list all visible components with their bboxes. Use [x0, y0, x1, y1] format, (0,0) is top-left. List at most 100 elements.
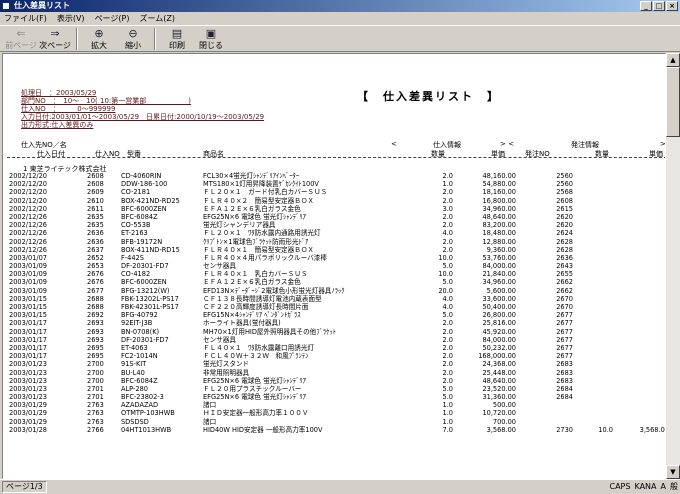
vertical-scrollbar[interactable]: ▲ ▼ — [666, 53, 680, 479]
row-model-code: 04HT1013HWB — [121, 425, 172, 434]
row-model-code: 91S-KIT — [121, 360, 147, 369]
table-row: 2003/01/17 2693 DF-20301-FD7 センサ器具 2.0 84,000… — [3, 335, 665, 344]
ime-mode-icon[interactable]: A — [661, 482, 666, 491]
print-button[interactable]: ▤ 印刷 — [160, 26, 194, 52]
row-unit-price: 25,448.00 — [482, 368, 516, 377]
report-preview-window: 仕入差異リスト _ □ × ファイル(F) 表示(V) ページ(P) ズーム(Z… — [0, 0, 680, 494]
row-unit-price: 34,960.00 — [482, 204, 516, 213]
row-order-no: 2620 — [556, 212, 573, 221]
print-icon: ▤ — [171, 27, 183, 40]
table-row: 2003/01/15 2688 FBK-13202L-PS17 ＣＦ１３８長時間誘導灯… — [3, 294, 665, 303]
row-order-no: 2636 — [556, 253, 573, 262]
row-date: 2002/12/26 — [9, 245, 48, 254]
row-product-name: ＦＬＲ４０×１ 簡易型安定器ＢＯＸ — [203, 245, 315, 254]
title-bar[interactable]: 仕入差異リスト _ □ × — [0, 0, 680, 12]
row-date: 2003/01/29 — [9, 409, 48, 418]
row-order-no: 2662 — [556, 286, 573, 295]
row-model-code: DDW-186-100 — [121, 180, 168, 189]
row-date: 2003/01/17 — [9, 335, 48, 344]
menu-bar: ファイル(F) 表示(V) ページ(P) ズーム(Z) — [0, 12, 680, 25]
close-window-button[interactable]: × — [666, 1, 678, 11]
toolbar-separator — [154, 28, 156, 50]
menu-page[interactable]: ページ(P) — [95, 13, 130, 24]
table-row: 2002/12/20 2611 BFC-6000ZEN ＥＦＡ１２Ｅ×６乳白ガラス金色… — [3, 204, 665, 213]
table-row: 2003/01/17 2695 ET-4063 ＦＬ４０×１ ﾜﾀ防水露離口用誘光灯 2… — [3, 343, 665, 352]
table-row: 2002/12/20 2608 CD-4060RIN FCL30×4蛍光灯ｼｬﾝﾃﾞﾘ… — [3, 172, 665, 180]
row-purchase-no: 2693 — [87, 327, 104, 336]
row-product-name: ＦＬ２０用プラスチックルーバー — [203, 384, 302, 393]
row-unit-price: 500.00 — [492, 401, 516, 410]
row-qty: 4.0 — [442, 303, 454, 311]
col-lt: < — [391, 140, 397, 148]
row-model-code: BOX-411ND-RD15 — [121, 245, 180, 254]
row-model-code: BU-L40 — [121, 368, 145, 377]
row-model-code: F-442S — [121, 253, 144, 262]
row-order-no: 2677 — [556, 335, 573, 344]
row-purchase-no: 2695 — [87, 343, 104, 352]
row-model-code: DF-20301-FD7 — [121, 262, 169, 271]
row-qty: 2.0 — [442, 335, 454, 344]
table-row: 2002/12/26 2636 BFB-19172N ｸﾘﾌﾟﾄﾝ×1電球色ﾌﾞﾗｹｯ… — [3, 237, 665, 246]
table-row: 2003/01/29 2763 AZADAZAD 諸口 1.0 500.00 — [3, 401, 665, 410]
menu-file[interactable]: ファイル(F) — [4, 13, 47, 24]
row-unit-price: 31,360.00 — [482, 393, 516, 402]
zoom-in-button[interactable]: ⊕ 拡大 — [82, 26, 116, 52]
prev-page-button[interactable]: ⇐ 前ページ — [4, 26, 38, 52]
row-date: 2002/12/20 — [9, 172, 48, 180]
row-unit-price: 48,640.00 — [482, 376, 516, 385]
row-order-no: 2677 — [556, 311, 573, 320]
row-purchase-no: 2676 — [87, 278, 104, 287]
menu-view[interactable]: 表示(V) — [57, 13, 85, 24]
row-product-name: 諸口 — [203, 417, 217, 426]
row-unit-price: 48,640.00 — [482, 212, 516, 221]
table-row: 2003/01/17 2695 FC2-1014N ＦＣＬ４０Ｗ＋３２Ｗ 和風ﾌﾟﾗﾝ… — [3, 352, 665, 361]
row-product-name: 非常用照明器具 — [203, 368, 250, 377]
table-row: 2002/12/26 2637 BOX-411ND-RD15 ＦＬＲ４０×１ 簡易型安… — [3, 245, 665, 254]
row-unit-price: 12,880.00 — [482, 237, 516, 246]
col-gt-lt: > < — [500, 140, 514, 148]
row-unit-price: 168,000.00 — [478, 352, 516, 361]
row-order-no: 2628 — [556, 245, 573, 254]
row-purchase-no: 2637 — [87, 245, 104, 254]
scroll-thumb[interactable] — [666, 67, 680, 137]
row-model-code: CO-2181 — [121, 188, 151, 197]
ime-tray: CAPS KANA A 般 — [610, 481, 679, 492]
minimize-button[interactable]: _ — [640, 1, 652, 11]
menu-zoom[interactable]: ズーム(Z) — [139, 13, 174, 24]
scroll-up-button[interactable]: ▲ — [666, 53, 680, 67]
table-row: 2002/12/26 2636 ET-2163 ＦＬ２０×１ ﾜﾀ防水露内通路用誘光灯… — [3, 229, 665, 237]
scroll-down-button[interactable]: ▼ — [666, 465, 680, 479]
ime-input-icon[interactable]: 般 — [670, 481, 678, 492]
table-row: 2002/12/20 2610 BOX-421ND-RD25 ＦＬＲ４０×２ 簡易型安… — [3, 196, 665, 205]
close-button[interactable]: ▣ 閉じる — [194, 26, 228, 52]
row-order-no: 2683 — [556, 360, 573, 369]
row-date: 2003/01/28 — [9, 425, 48, 434]
row-date: 2003/01/23 — [9, 393, 48, 402]
table-row: 2003/01/07 2652 F-442S ＦＬＲ４０×４用パラボリックルーバ漆棒 1… — [3, 253, 665, 262]
row-product-name: ＦＣＬ４０Ｗ＋３２Ｗ 和風ﾌﾟﾗﾝﾃﾝ — [203, 352, 309, 361]
row-date: 2003/01/17 — [9, 343, 48, 352]
row-model-code: BFG-13212(W) — [121, 286, 170, 295]
report-rows: 2002/12/20 2608 CD-4060RIN FCL30×4蛍光灯ｼｬﾝﾃﾞﾘ… — [3, 172, 665, 434]
row-order-no: 2608 — [556, 196, 573, 205]
row-qty: 1.0 — [442, 417, 454, 426]
row-qty: 2.0 — [442, 237, 454, 246]
header-output-format: 出力形式:仕入差異のみ — [21, 121, 94, 129]
row-product-name: ＣＦ１３８長時間誘導灯電池内蔵表面型 — [203, 294, 322, 303]
row-product-name: ＥＦＡ１２Ｅ×６乳白ガラス金色 — [203, 204, 301, 213]
report-page[interactable]: 処理日 ：2003/05/29 部門NO ： 10～ 10( 10:第一営業部 … — [2, 53, 666, 479]
table-row: 2003/01/23 2700 BU-L40 非常用照明器具 2.0 25,448.00 2… — [3, 368, 665, 377]
table-row: 2002/12/20 2608 DDW-186-100 MTS180×1灯用昇降装置ｹ… — [3, 180, 665, 189]
status-bar: ページ1/3 CAPS KANA A 般 — [0, 479, 680, 494]
next-page-button[interactable]: ⇒ 次ページ — [38, 26, 72, 52]
row-date: 2003/01/15 — [9, 311, 48, 320]
row-order-no: 2620 — [556, 221, 573, 230]
table-row: 2003/01/17 2693 BN-0708(K) MH70×1灯用HID屋外照明器… — [3, 327, 665, 336]
zoom-out-button[interactable]: ⊖ 縮小 — [116, 26, 150, 52]
maximize-button[interactable]: □ — [653, 1, 665, 11]
row-model-code: OTMTP-103HWB — [121, 409, 175, 418]
row-date: 2003/01/23 — [9, 376, 48, 385]
row-order-qty: 10.0 — [598, 425, 613, 434]
next-page-icon: ⇒ — [50, 27, 60, 40]
row-product-name: ＣＦ２２０高輝度誘導灯長時間片面 — [203, 303, 309, 311]
